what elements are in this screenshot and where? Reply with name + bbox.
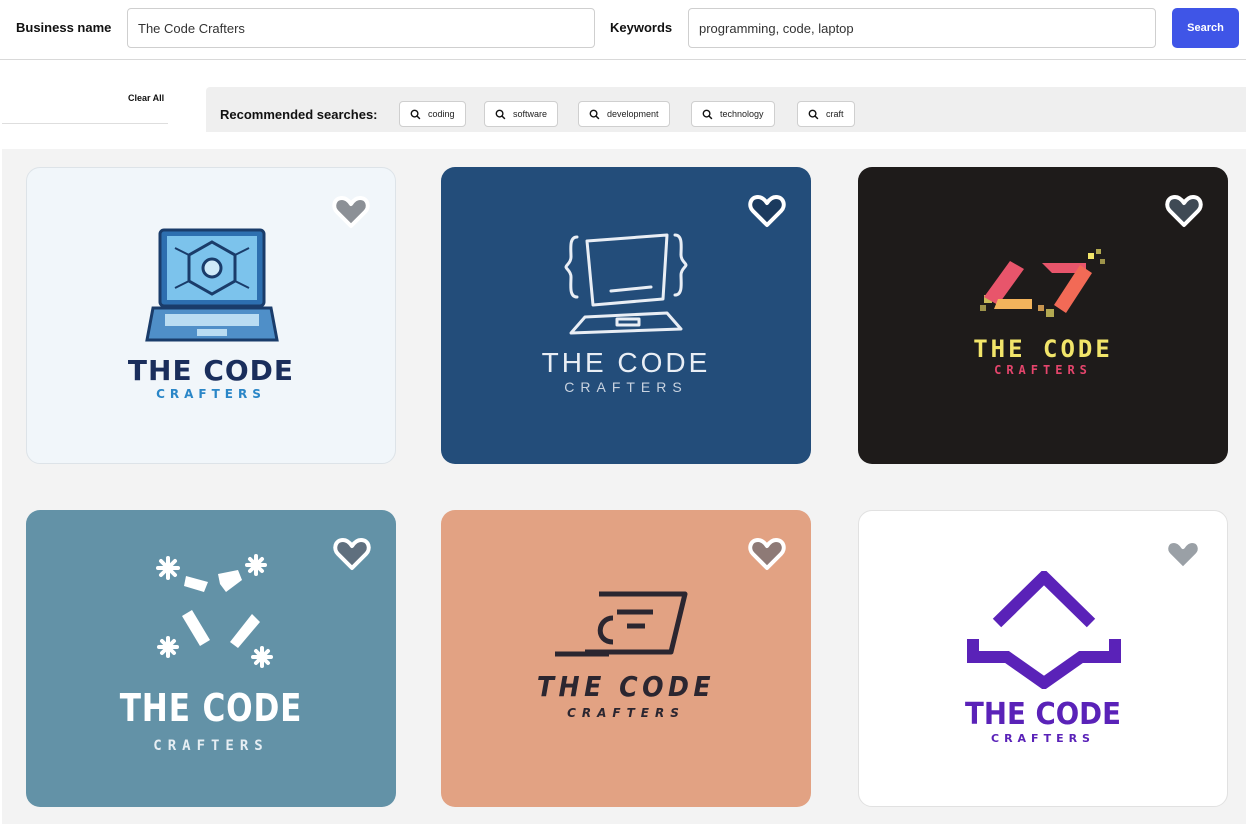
logo-results-grid: THE CODE CRAFTERS THE CODE CRAFTERS THE … bbox=[2, 149, 1246, 824]
search-icon bbox=[702, 109, 713, 119]
chip-technology[interactable]: technology bbox=[691, 101, 775, 127]
favorite-heart-icon[interactable] bbox=[332, 534, 372, 574]
favorite-heart-icon[interactable] bbox=[1163, 535, 1203, 575]
chip-coding[interactable]: coding bbox=[399, 101, 466, 127]
laptop-braces-icon bbox=[564, 233, 688, 335]
search-icon bbox=[410, 109, 421, 119]
logo-subtitle: CRAFTERS bbox=[567, 706, 685, 720]
chip-label: software bbox=[513, 109, 548, 119]
divider bbox=[2, 123, 168, 124]
favorite-heart-icon[interactable] bbox=[747, 534, 787, 574]
logo-title: THE CODE bbox=[536, 670, 716, 703]
logo-title: THE CODE bbox=[973, 335, 1113, 363]
chip-label: technology bbox=[720, 109, 764, 119]
recommended-searches-bar: Recommended searches: coding software de… bbox=[206, 87, 1246, 132]
logo-subtitle: CRAFTERS bbox=[156, 387, 266, 401]
chip-software[interactable]: software bbox=[484, 101, 559, 127]
logo-card[interactable]: THE CODE CRAFTERS bbox=[26, 167, 396, 464]
logo-subtitle: CRAFTERS bbox=[994, 363, 1092, 377]
business-name-label: Business name bbox=[16, 20, 112, 35]
logo-subtitle: CRAFTERS bbox=[153, 738, 269, 754]
logo-card[interactable]: THE CODE CRAFTERS bbox=[858, 510, 1228, 807]
laptop-circuit-icon bbox=[145, 228, 279, 342]
clear-all-button[interactable]: Clear All bbox=[128, 93, 164, 103]
logo-subtitle: CRAFTERS bbox=[991, 732, 1095, 745]
slanted-laptop-icon bbox=[555, 591, 688, 657]
search-bar: Business name Keywords Search bbox=[0, 0, 1246, 60]
pixel-code-brackets-icon bbox=[980, 249, 1105, 317]
favorite-heart-icon[interactable] bbox=[331, 192, 371, 232]
sparkle-brackets-icon bbox=[156, 554, 273, 668]
business-name-input[interactable] bbox=[128, 9, 594, 47]
chip-development[interactable]: development bbox=[578, 101, 670, 127]
logo-card[interactable]: THE CODE CRAFTERS bbox=[441, 510, 811, 807]
chip-craft[interactable]: craft bbox=[797, 101, 855, 127]
logo-card[interactable]: THE CODE CRAFTERS bbox=[441, 167, 811, 464]
search-icon bbox=[495, 109, 506, 119]
logo-card[interactable]: THE CODE CRAFTERS bbox=[858, 167, 1228, 464]
logo-subtitle: CRAFTERS bbox=[564, 379, 688, 395]
logo-card[interactable]: THE CODE CRAFTERS bbox=[26, 510, 396, 807]
business-name-field[interactable] bbox=[127, 8, 595, 48]
search-icon bbox=[808, 109, 819, 119]
chip-label: craft bbox=[826, 109, 844, 119]
search-button[interactable]: Search bbox=[1172, 8, 1239, 48]
keywords-label: Keywords bbox=[610, 20, 673, 35]
keywords-field[interactable] bbox=[688, 8, 1156, 48]
recommended-searches-label: Recommended searches: bbox=[220, 107, 378, 122]
favorite-heart-icon[interactable] bbox=[1164, 191, 1204, 231]
keywords-input[interactable] bbox=[689, 9, 1155, 47]
chevron-roof-icon bbox=[967, 571, 1121, 689]
chip-label: coding bbox=[428, 109, 455, 119]
logo-title: THE CODE bbox=[965, 697, 1121, 732]
favorite-heart-icon[interactable] bbox=[747, 191, 787, 231]
search-icon bbox=[589, 109, 600, 119]
logo-title: THE CODE bbox=[119, 686, 303, 730]
logo-title: THE CODE bbox=[127, 354, 295, 387]
chip-label: development bbox=[607, 109, 659, 119]
logo-title: THE CODE bbox=[541, 347, 711, 378]
